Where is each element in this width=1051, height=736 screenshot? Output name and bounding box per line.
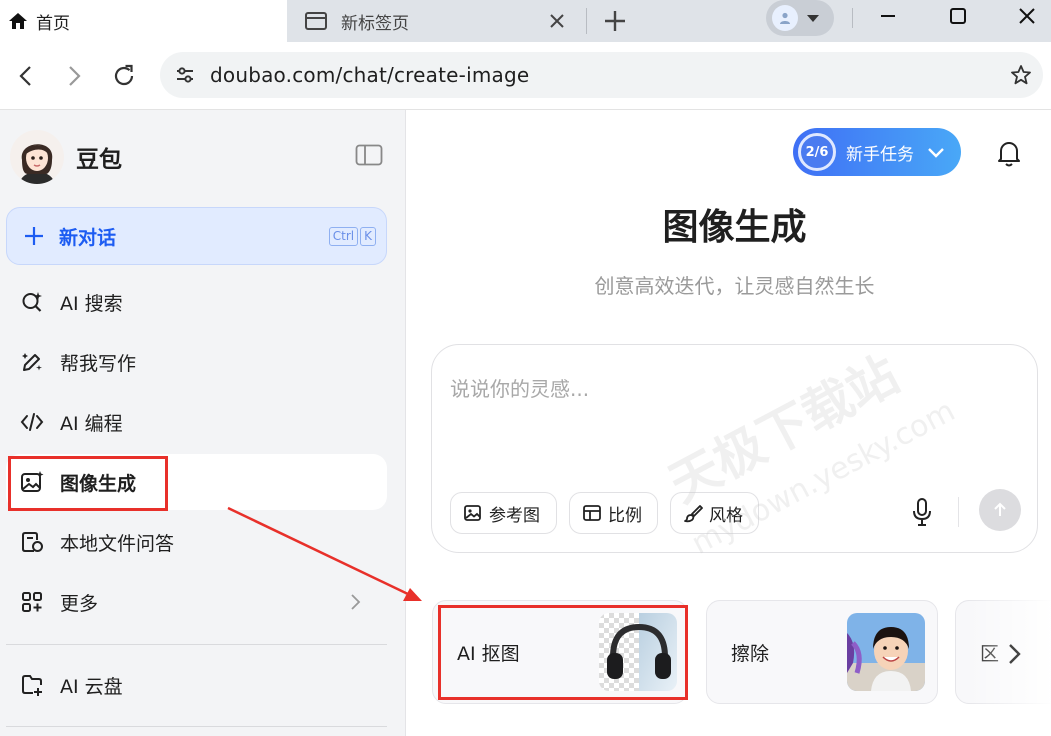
- shortcut-key: K: [360, 227, 376, 246]
- image-ref-icon: [464, 505, 481, 521]
- code-icon: [20, 413, 44, 431]
- microphone-icon[interactable]: [910, 497, 934, 527]
- cloud-folder-icon: [22, 675, 42, 696]
- prompt-composer: 参考图 比例 风格: [431, 344, 1038, 553]
- style-button[interactable]: 风格: [670, 492, 759, 534]
- child-photo-thumbnail: [847, 613, 925, 691]
- file-chat-icon: [22, 532, 43, 552]
- new-chat-label: 新对话: [59, 226, 117, 249]
- highlight-box-sidebar: [8, 456, 168, 511]
- new-chat-button[interactable]: 新对话 Ctrl K: [6, 207, 387, 265]
- profile-avatar-icon: [772, 5, 798, 31]
- send-button[interactable]: [979, 489, 1021, 531]
- window-close-icon[interactable]: [1012, 4, 1042, 28]
- sidebar-item-more[interactable]: 更多: [6, 574, 387, 630]
- back-arrow-icon[interactable]: [12, 62, 40, 90]
- forward-arrow-icon[interactable]: [60, 62, 88, 90]
- sidebar-item-label: 更多: [60, 592, 99, 615]
- tab-title: 新标签页: [341, 13, 409, 34]
- page-icon: [305, 12, 327, 30]
- task-progress-badge: 2/6: [798, 133, 836, 171]
- chevron-right-icon: [351, 594, 361, 610]
- brand: 豆包: [10, 130, 122, 184]
- task-label: 新手任务: [846, 144, 914, 165]
- new-tab-plus-icon[interactable]: [601, 7, 629, 35]
- prompt-input[interactable]: [450, 369, 1010, 409]
- brand-name: 豆包: [76, 147, 122, 173]
- sidebar-divider: [6, 726, 387, 727]
- highlight-box-card: [438, 605, 688, 700]
- tab-title: 首页: [36, 13, 70, 34]
- pen-sparkle-icon: [22, 353, 42, 371]
- site-settings-icon[interactable]: [174, 64, 196, 86]
- aspect-ratio-button[interactable]: 比例: [569, 492, 658, 534]
- bookmark-star-icon[interactable]: [1009, 63, 1033, 87]
- shortcut-key: Ctrl: [328, 227, 359, 246]
- sidebar-item-ai-search[interactable]: AI 搜索: [6, 274, 387, 330]
- chip-label: 参考图: [489, 505, 540, 526]
- reference-image-button[interactable]: 参考图: [450, 492, 557, 534]
- sidebar: 豆包 新对话 Ctrl K AI 搜索 帮我写作 AI 编程 图像生成 本地文件…: [0, 110, 406, 736]
- sidebar-item-label: AI 搜索: [60, 292, 123, 315]
- reload-icon[interactable]: [110, 62, 138, 90]
- tool-card-label: 擦除: [731, 643, 770, 665]
- sidebar-collapse-icon[interactable]: [355, 144, 383, 166]
- sidebar-item-file-qa[interactable]: 本地文件问答: [6, 514, 387, 570]
- home-icon: [9, 13, 27, 29]
- plus-icon: [25, 227, 43, 245]
- sidebar-item-writing[interactable]: 帮我写作: [6, 334, 387, 390]
- sidebar-item-cloud-drive[interactable]: AI 云盘: [6, 657, 387, 713]
- chip-label: 风格: [709, 505, 743, 526]
- tab-new-tab[interactable]: 新标签页: [287, 0, 586, 42]
- page-subtitle: 创意高效迭代，让灵感自然生长: [594, 274, 875, 298]
- page-title: 图像生成: [662, 207, 807, 248]
- sidebar-divider: [6, 644, 387, 645]
- minimize-icon[interactable]: [873, 4, 903, 28]
- browser-toolbar: doubao.com/chat/create-image: [0, 42, 1051, 110]
- tool-card-erase[interactable]: 擦除: [706, 600, 938, 704]
- chevron-down-icon: [928, 148, 944, 158]
- ai-search-icon: [22, 292, 42, 312]
- doubao-avatar: [10, 130, 64, 184]
- shortcut-hint: Ctrl K: [328, 227, 376, 246]
- sidebar-item-ai-coding[interactable]: AI 编程: [6, 394, 387, 450]
- caret-down-icon: [807, 14, 819, 22]
- tab-home[interactable]: 首页: [0, 0, 287, 42]
- sidebar-item-label: 本地文件问答: [60, 532, 175, 555]
- url-text: doubao.com/chat/create-image: [210, 63, 530, 87]
- bell-icon[interactable]: [995, 138, 1023, 168]
- tab-separator: [586, 8, 587, 34]
- maximize-icon[interactable]: [943, 4, 973, 28]
- chevron-right-icon[interactable]: [1003, 640, 1025, 668]
- profile-button[interactable]: [766, 0, 834, 36]
- sidebar-item-label: AI 云盘: [60, 675, 123, 698]
- beginner-tasks-button[interactable]: 2/6 新手任务: [793, 128, 961, 176]
- brush-icon: [684, 505, 703, 523]
- tab-strip: 首页 新标签页: [0, 0, 1051, 42]
- sidebar-item-label: AI 编程: [60, 412, 123, 435]
- address-bar[interactable]: doubao.com/chat/create-image: [160, 52, 1043, 98]
- composer-separator: [958, 497, 959, 527]
- sidebar-item-label: 帮我写作: [60, 352, 137, 375]
- arrow-up-icon: [994, 502, 1006, 516]
- tab-close-icon[interactable]: [545, 9, 569, 33]
- ratio-icon: [583, 505, 601, 521]
- grid-plus-icon: [22, 592, 42, 612]
- chip-label: 比例: [608, 505, 642, 526]
- window-separator: [852, 8, 853, 28]
